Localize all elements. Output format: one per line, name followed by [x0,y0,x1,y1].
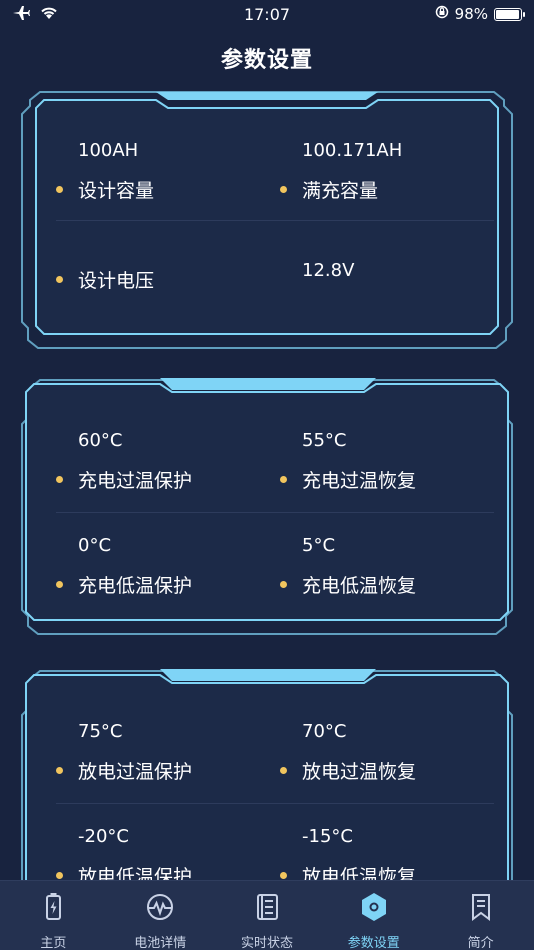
battery-percent: 98% [454,5,488,23]
param-row: 设计电压 12.8V [14,260,520,340]
bullet-dot-icon [56,581,63,588]
param-label: 充电过温保护 [78,470,193,492]
divider [56,803,494,804]
bullet-dot-icon [280,872,287,879]
param-row: 100AH 设计容量 100.171AH 满充容量 [14,140,520,220]
param-row: 0°C 充电低温保护 5°C 充电低温恢复 [14,535,520,615]
tab-label: 参数设置 [347,936,400,950]
pulse-icon [143,890,177,924]
bullet-dot-icon [280,476,287,483]
param-value: 100AH [78,140,139,161]
param-label: 放电过温恢复 [302,761,417,783]
bullet-dot-icon [56,186,63,193]
bullet-dot-icon [280,767,287,774]
param-row: 60°C 充电过温保护 55°C 充电过温恢复 [14,430,520,510]
tab-realtime-status[interactable]: 实时状态 [214,881,321,950]
battery-icon [36,890,70,924]
tab-label: 简介 [467,936,494,950]
tab-label: 电池详情 [134,936,187,950]
param-label: 放电过温保护 [78,761,193,783]
tab-introduction[interactable]: 简介 [427,881,534,950]
param-value: -15°C [302,826,353,847]
bullet-dot-icon [280,186,287,193]
param-value: 0°C [78,535,112,556]
bullet-dot-icon [56,872,63,879]
tab-bar: 主页 电池详情 实时状态 参数设置 简介 [0,880,534,950]
card-capacity: 100AH 设计容量 100.171AH 满充容量 设计电压 12.8V [14,90,520,352]
param-label: 设计电压 [78,270,155,292]
param-label: 设计容量 [78,180,155,202]
param-label: 充电过温恢复 [302,470,417,492]
status-bar: 17:07 98% [0,0,534,30]
param-label: 满充容量 [302,180,379,202]
tab-battery-details[interactable]: 电池详情 [107,881,214,950]
tab-home[interactable]: 主页 [0,881,107,950]
param-value: 12.8V [302,260,355,281]
param-value: -20°C [78,826,129,847]
bullet-dot-icon [280,581,287,588]
param-value: 60°C [78,430,123,451]
param-value: 55°C [302,430,347,451]
bullet-dot-icon [56,767,63,774]
hexagon-settings-icon [357,890,391,924]
tab-label: 实时状态 [240,936,293,950]
param-value: 75°C [78,721,123,742]
param-label: 充电低温恢复 [302,575,417,597]
param-label: 充电低温保护 [78,575,193,597]
card-charge-temperature: 60°C 充电过温保护 55°C 充电过温恢复 0°C 充电低温保护 5°C 充… [14,378,520,640]
page-title: 参数设置 [220,48,313,73]
param-value: 5°C [302,535,336,556]
orientation-lock-icon [435,5,449,23]
param-value: 70°C [302,721,347,742]
divider [56,220,494,221]
list-document-icon [250,890,284,924]
tab-label: 主页 [40,936,67,950]
battery-level-icon [494,7,525,21]
tab-parameter-settings[interactable]: 参数设置 [320,881,427,950]
bullet-dot-icon [56,476,63,483]
param-row: 75°C 放电过温保护 70°C 放电过温恢复 [14,721,520,801]
divider [56,512,494,513]
bookmark-icon [464,890,498,924]
param-value: 100.171AH [302,140,403,161]
bullet-dot-icon [56,276,63,283]
screen: 17:07 98% 参数设置 100AH 设计容量 100.171AH 满充容量 [0,0,534,950]
